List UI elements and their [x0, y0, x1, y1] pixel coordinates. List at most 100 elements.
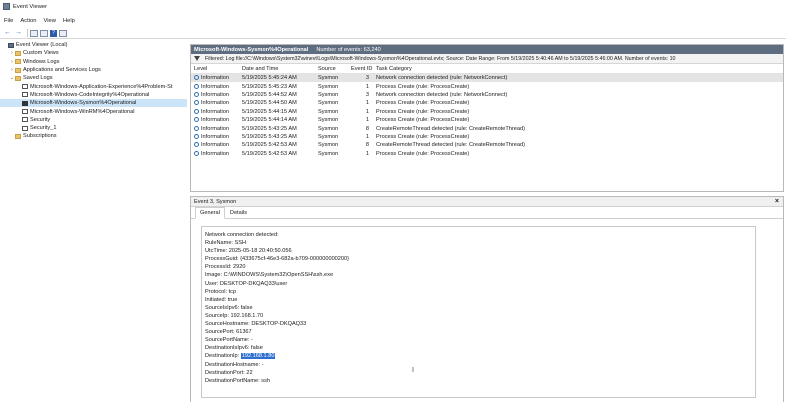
column-headers: Level Date and Time Source Event ID Task… [191, 64, 783, 74]
cell-event-id: 1 [365, 150, 369, 157]
tree-item[interactable]: Security [0, 116, 187, 124]
close-icon[interactable]: × [775, 198, 779, 205]
cell-event-id: 8 [365, 125, 369, 132]
cell-source: Sysmon [318, 142, 339, 149]
back-arrow-icon[interactable]: ← [3, 29, 12, 37]
cell-event-id: 1 [365, 100, 369, 107]
filter-bar: Filtered: Log file://C:\Windows\System32… [191, 54, 783, 64]
tree-item[interactable]: Subscriptions [0, 132, 187, 140]
cell-date-time: 5/19/2025 5:43:25 AM [242, 125, 297, 132]
level-text: Information [201, 91, 229, 98]
cell-task-category: Process Create (rule: ProcessCreate) [376, 117, 470, 124]
cell-date-time: 5/19/2025 5:44:15 AM [242, 108, 297, 115]
message-line-text: SourceHostname: DESKTOP-DKQAQ33 [205, 321, 307, 328]
tree-item[interactable]: Microsoft-Windows-WinRM%4Operational [0, 107, 187, 115]
message-line: ProcessGuid: {433675cf-46e3-682a-b709-00… [205, 255, 752, 263]
message-line: Initiated: true [205, 296, 752, 304]
table-row[interactable]: Information 5/19/2025 5:42:53 AM Sysmon 1 Pr… [191, 150, 783, 158]
message-line: Protocol: tcp [205, 288, 752, 296]
tree-item[interactable]: Microsoft-Windows-Application-Experience… [0, 82, 187, 90]
table-row[interactable]: Information 5/19/2025 5:44:52 AM Sysmon 3 Ne… [191, 91, 783, 99]
filter-text: Filtered: Log file://C:\Windows\System32… [205, 55, 676, 62]
column-event-id[interactable]: Event ID [348, 66, 373, 72]
event-rows: Information 5/19/2025 5:45:24 AM Sysmon 3 Ne… [191, 74, 783, 158]
table-row[interactable]: Information 5/19/2025 5:44:15 AM Sysmon 1 Pr… [191, 108, 783, 116]
message-line-text: DestinationHostname: - [205, 361, 264, 368]
forward-arrow-icon[interactable]: → [14, 29, 23, 37]
log-icon [22, 109, 28, 115]
cell-level: Information [191, 133, 239, 140]
message-line-text: SourcePortName: - [205, 337, 253, 344]
cell-date-time: 5/19/2025 5:42:53 AM [242, 150, 297, 157]
column-date-time[interactable]: Date and Time [239, 66, 315, 72]
cell-task-category: Process Create (rule: ProcessCreate) [376, 133, 470, 140]
tree-item[interactable]: ⌄ Saved Logs [0, 74, 187, 82]
information-icon [194, 75, 199, 81]
tab-general[interactable]: General [195, 207, 225, 219]
menu-file[interactable]: File [4, 18, 13, 24]
cell-level: Information [191, 108, 239, 115]
log-icon [22, 84, 28, 90]
level-text: Information [201, 75, 229, 82]
table-row[interactable]: Information 5/19/2025 5:45:23 AM Sysmon 1 Pr… [191, 82, 783, 90]
cell-level: Information [191, 125, 239, 132]
information-icon [194, 125, 199, 131]
level-text: Information [201, 117, 229, 124]
tree-item[interactable]: Microsoft-Windows-CodeIntegrity%4Operati… [0, 91, 187, 99]
cell-level: Information [191, 100, 239, 106]
computer-icon [8, 42, 14, 48]
cell-task-category: Process Create (rule: ProcessCreate) [376, 108, 470, 115]
table-row[interactable]: Information 5/19/2025 5:43:25 AM Sysmon 8 Cr… [191, 124, 783, 132]
folder-icon [15, 133, 21, 139]
event-message-box[interactable]: Network connection detected: RuleName: SS… [201, 226, 756, 398]
tree-item[interactable]: Microsoft-Windows-Sysmon%4Operational [0, 99, 187, 108]
open-folder-icon[interactable] [30, 29, 38, 37]
table-row[interactable]: Information 5/19/2025 5:44:50 AM Sysmon 1 Pr… [191, 99, 783, 107]
tree-item-label: Saved Logs [23, 75, 53, 82]
menu-view[interactable]: View [43, 18, 55, 24]
table-row[interactable]: Information 5/19/2025 5:42:53 AM Sysmon 8 Cr… [191, 141, 783, 149]
information-icon [194, 142, 199, 148]
level-text: Information [201, 133, 229, 140]
toolbar: ← → ? [0, 28, 786, 39]
message-line-text: SourceIsIpv6: false [205, 304, 253, 311]
information-icon [194, 83, 199, 89]
information-icon [194, 150, 199, 156]
column-task-category[interactable]: Task Category [373, 66, 773, 72]
tree-item[interactable]: Event Viewer (Local) [0, 41, 187, 49]
detail-title: Event 3, Sysmon [194, 198, 237, 205]
tree-item[interactable]: › Applications and Services Logs [0, 66, 187, 74]
log-icon [22, 117, 28, 123]
column-source[interactable]: Source [315, 66, 348, 72]
message-line-text: RuleName: SSH [205, 240, 247, 247]
message-line-text: DestinationPortName: ssh [205, 377, 270, 384]
tree-item-label: Microsoft-Windows-Application-Experience… [30, 83, 173, 90]
message-line: DestinationHostname: - [205, 361, 752, 369]
cell-event-id: 1 [365, 117, 369, 124]
show-hide-tree-icon[interactable] [40, 29, 48, 37]
selected-destination-ip[interactable]: 192.168.1.80 [240, 353, 276, 360]
cell-task-category: Process Create (rule: ProcessCreate) [376, 100, 470, 107]
tab-details[interactable]: Details [226, 208, 251, 218]
message-line-text: Network connection detected: [205, 232, 279, 238]
folder-icon [15, 50, 21, 56]
tree-item[interactable]: › Windows Logs [0, 58, 187, 66]
cell-event-id: 8 [365, 142, 369, 149]
cell-source: Sysmon [318, 91, 339, 98]
table-row[interactable]: Information 5/19/2025 5:43:25 AM Sysmon 1 Pr… [191, 133, 783, 141]
information-icon [194, 100, 199, 106]
message-line: ProcessId: 2920 [205, 263, 752, 271]
message-line-text: Initiated: true [205, 296, 238, 303]
menu-help[interactable]: Help [63, 18, 75, 24]
menu-action[interactable]: Action [20, 18, 36, 24]
help-icon[interactable]: ? [50, 29, 57, 37]
tree-item[interactable]: › Custom Views [0, 49, 187, 57]
message-line: SourcePortName: - [205, 336, 752, 344]
column-level[interactable]: Level [191, 66, 239, 72]
show-action-pane-icon[interactable] [59, 29, 67, 37]
information-icon [194, 91, 199, 97]
table-row[interactable]: Information 5/19/2025 5:44:14 AM Sysmon 1 Pr… [191, 116, 783, 124]
cell-date-time: 5/19/2025 5:44:50 AM [242, 100, 297, 107]
table-row[interactable]: Information 5/19/2025 5:45:24 AM Sysmon 3 Ne… [191, 74, 783, 83]
tree-item[interactable]: Security_1 [0, 124, 187, 132]
